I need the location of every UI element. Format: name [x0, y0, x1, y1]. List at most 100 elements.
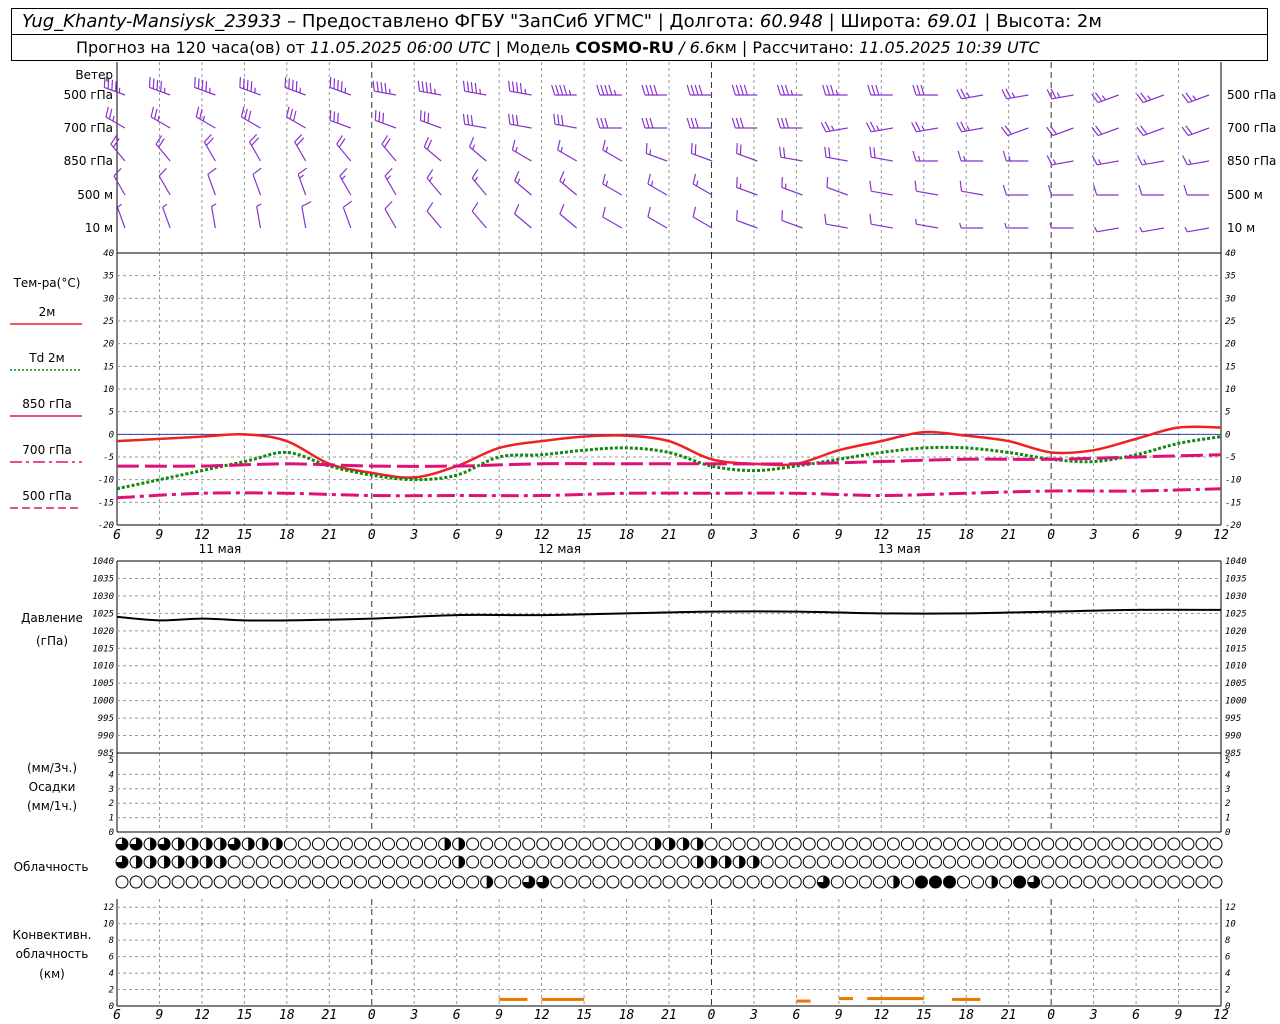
barb-flag [686, 84, 691, 96]
wind-barb [645, 143, 668, 162]
cloud-circle [1153, 855, 1167, 869]
wind-barb [602, 139, 623, 162]
barb-flag [820, 122, 827, 133]
cloud-fill [683, 838, 690, 850]
barb-staff [961, 190, 984, 196]
barb-half [112, 115, 115, 122]
cloud-circle [858, 855, 872, 869]
y-tick-label: 30 [1224, 294, 1236, 304]
barb-staff [239, 86, 261, 96]
barb-flag [869, 180, 872, 192]
barb-flag [329, 77, 332, 88]
barb-half [1147, 95, 1152, 101]
cloud-circle [1041, 875, 1055, 889]
wind-barb [511, 139, 532, 162]
time-tick-label: 15 [237, 528, 253, 543]
cloud-fill [220, 856, 227, 868]
cloud-circle [185, 875, 199, 889]
wind-level-label: 700 гПа [1227, 121, 1276, 135]
barb-staff [210, 206, 216, 229]
time-tick-label: 6 [453, 1008, 461, 1023]
cloud-circle [900, 837, 914, 851]
barb-half [429, 176, 433, 182]
barb-flag [647, 206, 651, 218]
barb-flag [912, 84, 917, 96]
wind-barb [686, 117, 713, 129]
cloud-circle [928, 837, 942, 851]
wind-barb [865, 121, 893, 133]
cloud-fill [458, 838, 465, 850]
y-tick-label: 6 [1225, 953, 1230, 963]
barb-flag [205, 81, 208, 92]
wind-barb [462, 80, 487, 96]
time-tick-label: 9 [156, 1008, 164, 1023]
wind-barb [820, 121, 848, 133]
wind-barb [781, 210, 803, 229]
cloud-circle [999, 875, 1013, 889]
pressure-unit: (гПа) [36, 634, 68, 648]
barb-flag [692, 206, 697, 218]
barb-flag [957, 150, 962, 162]
cloud-circle [522, 837, 536, 851]
barb-flag [474, 82, 478, 94]
wind-barb [1000, 125, 1029, 137]
cloud-circle [550, 855, 564, 869]
cloud-circle [1069, 875, 1083, 889]
date-label: 11 мая [199, 542, 242, 556]
y-tick-label: 2 [109, 799, 114, 809]
wind-barb [372, 80, 397, 96]
y-tick-label: 1000 [92, 697, 114, 707]
cloud-circle [1069, 837, 1083, 851]
time-tick-label: 6 [1132, 528, 1140, 543]
barb-flag [207, 167, 217, 175]
y-tick-label: 995 [98, 714, 114, 724]
cloud-circle [171, 875, 185, 889]
cloud-circle [816, 837, 830, 851]
barb-flag [824, 213, 827, 225]
barb-staff [329, 86, 352, 96]
cloud-circle [199, 875, 213, 889]
cloud-circle [1083, 837, 1097, 851]
cloud-circle [578, 855, 592, 869]
barb-flag [511, 81, 515, 92]
cloud-circle [872, 837, 886, 851]
y-tick-label: 5 [1225, 408, 1230, 418]
time-tick-label: 6 [453, 528, 461, 543]
cloud-circle [1181, 837, 1195, 851]
barb-staff [375, 119, 397, 129]
cloud-circle [816, 855, 830, 869]
y-tick-label: 5 [1225, 756, 1230, 766]
wind-barb [1047, 184, 1074, 196]
barb-staff [162, 207, 171, 229]
barb-staff [1142, 127, 1165, 137]
cloud-circle [466, 837, 480, 851]
barb-flag [960, 121, 966, 132]
wind-barb [113, 167, 126, 196]
barb-flag [824, 146, 827, 158]
y-tick-label: 8 [1225, 936, 1230, 946]
wind-barb [1139, 226, 1164, 233]
cloud-circle [943, 837, 957, 851]
cloud-circle [269, 875, 283, 889]
barb-half [966, 92, 970, 98]
cloud-circle [255, 855, 269, 869]
cloud-circle [452, 875, 466, 889]
barb-staff [916, 223, 939, 229]
cloud-circle [774, 875, 788, 889]
cloud-circle [1153, 837, 1167, 851]
barb-flag [384, 167, 393, 177]
time-tick-label: 0 [368, 1008, 376, 1023]
cloud-circle [662, 875, 676, 889]
cloud-circle [634, 875, 648, 889]
barb-flag [511, 139, 516, 151]
temp-series-500-гПа [116, 487, 1222, 500]
barb-staff [195, 116, 216, 129]
barb-flag [780, 84, 786, 96]
barb-flag [779, 146, 782, 158]
cloud-circle [339, 875, 353, 889]
barb-flag [822, 84, 827, 96]
wind-barb [1001, 88, 1029, 100]
cloud-circle [241, 855, 255, 869]
wind-barb [824, 146, 848, 162]
wind-barb [1094, 226, 1119, 233]
